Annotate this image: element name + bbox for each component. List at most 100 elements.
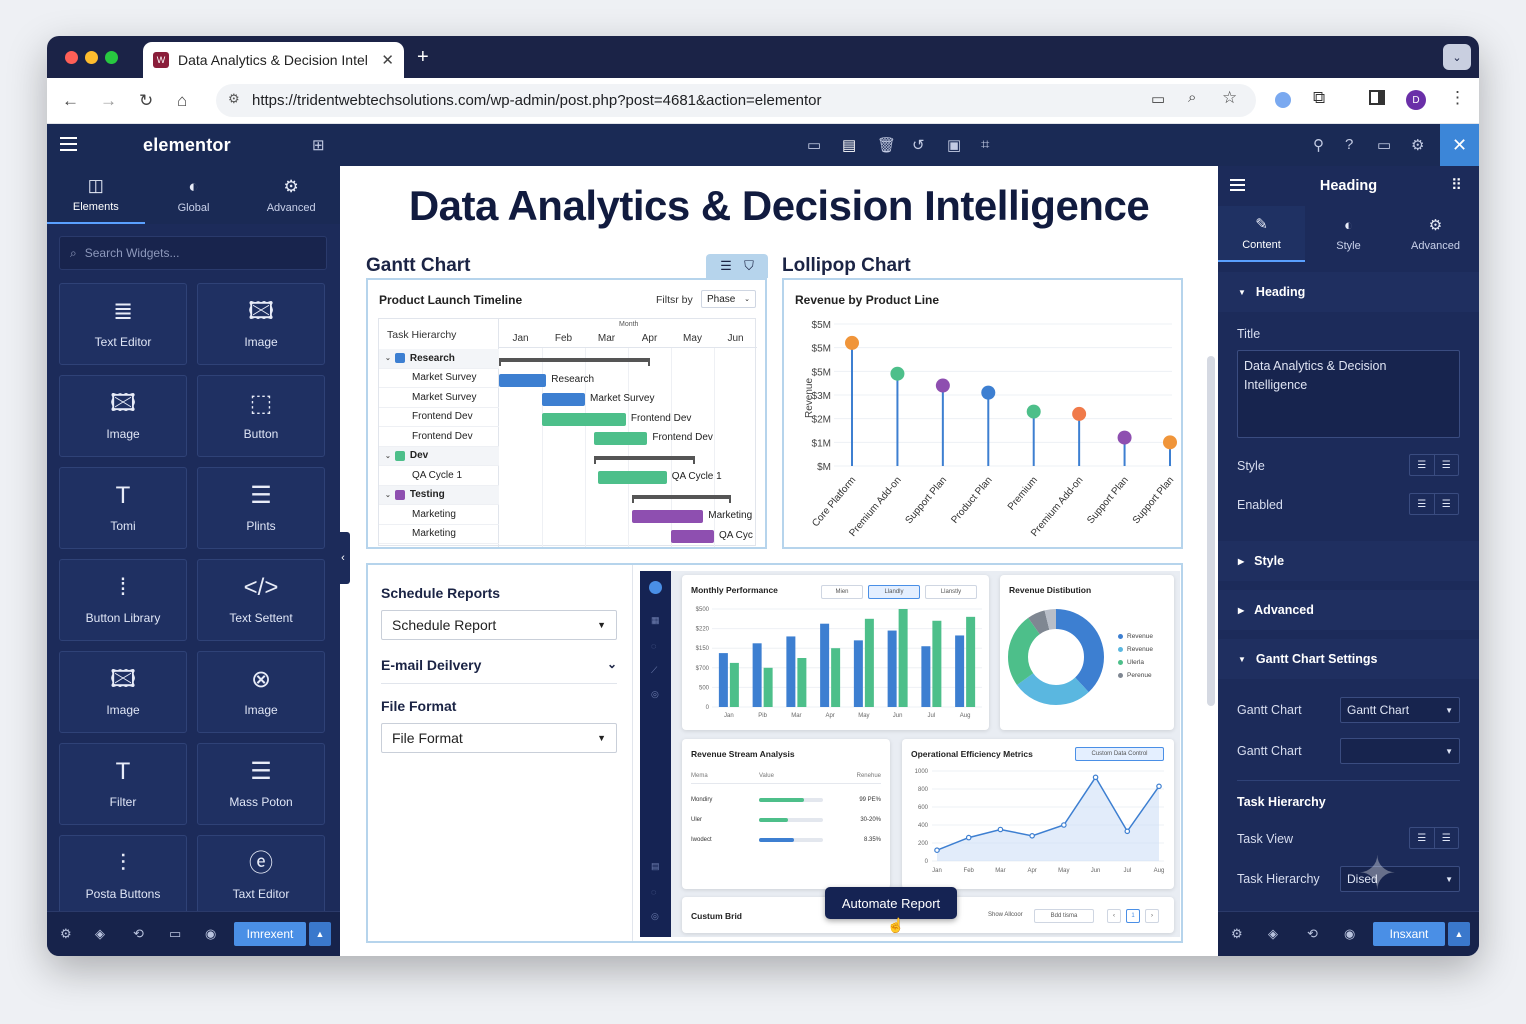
align-justify-icon[interactable]: ☰ xyxy=(1435,828,1459,848)
enabled-toggle[interactable]: ☰ ☰ xyxy=(1409,493,1459,515)
phase-filter-select[interactable]: Phase ⌄ xyxy=(701,290,756,308)
tab-elements[interactable]: ◫ Elements xyxy=(47,166,145,224)
home-icon[interactable]: ⌂ xyxy=(177,91,187,111)
nav-icon-2[interactable]: ◌ xyxy=(651,641,656,651)
gantt-task-bar[interactable] xyxy=(671,529,714,543)
settings-icon[interactable]: ⚙ xyxy=(60,926,72,942)
align-left-icon[interactable]: ☰ xyxy=(1410,494,1435,514)
gantt-settings-toggle[interactable]: ▼ Gantt Chart Settings xyxy=(1218,639,1479,679)
task-row[interactable]: Marketing xyxy=(379,525,499,544)
file-format-select[interactable]: File Format ▼ xyxy=(381,723,617,753)
close-tab-icon[interactable]: ✕ xyxy=(381,51,394,69)
apps-grid-icon[interactable]: ⊞ xyxy=(312,136,325,154)
widget-card[interactable]: 🖾 Image xyxy=(197,283,325,365)
style-section-toggle[interactable]: ▶ Style xyxy=(1218,541,1479,581)
collapse-panel-icon[interactable]: ‹ xyxy=(336,532,350,584)
custom-data-control-select[interactable]: Custom Data Control xyxy=(1075,747,1164,761)
nav-icon-4[interactable]: ◎ xyxy=(651,689,659,700)
back-icon[interactable]: ← xyxy=(62,91,79,111)
camera-icon[interactable]: ▭ xyxy=(1151,90,1165,108)
email-delivery-accordion[interactable]: E-mail Deilvery ⌄ xyxy=(381,657,617,673)
responsive-mode-icon[interactable]: ▭ xyxy=(169,926,181,942)
gantt-summary-bar[interactable] xyxy=(593,455,695,460)
publish-button[interactable]: Insxant xyxy=(1373,922,1445,946)
history-icon[interactable]: ⟲ xyxy=(133,926,144,942)
widget-card[interactable]: ⬚ Button xyxy=(197,375,325,457)
chevron-down-icon[interactable]: ⌄ xyxy=(385,491,391,499)
align-left-icon[interactable]: ☰ xyxy=(1410,828,1435,848)
zoom-icon[interactable]: ⌕ xyxy=(1188,89,1196,106)
schedule-report-select[interactable]: Schedule Report ▼ xyxy=(381,610,617,640)
settings-icon[interactable]: ⚙ xyxy=(1231,926,1243,942)
widget-settings-icon[interactable]: ☰ xyxy=(720,258,732,274)
table-row[interactable]: Mondiry 99 PE% xyxy=(691,790,881,810)
undo-icon[interactable]: ↺ xyxy=(912,136,925,154)
publish-options-icon[interactable]: ▲ xyxy=(309,922,331,946)
tab-style[interactable]: ◐ Style xyxy=(1305,206,1392,262)
nav-icon-7[interactable]: ◎ xyxy=(651,911,659,922)
widget-card[interactable]: ☰ Plints xyxy=(197,467,325,549)
heading-section-toggle[interactable]: ▼ Heading xyxy=(1218,272,1479,312)
forward-icon[interactable]: → xyxy=(100,91,117,111)
gantt-chart-select-2[interactable]: ▼ xyxy=(1340,738,1460,764)
maximize-window-dot[interactable] xyxy=(105,51,118,64)
preview-eye-icon[interactable]: ◉ xyxy=(205,926,216,942)
close-editor-icon[interactable]: ✕ xyxy=(1440,124,1479,166)
prev-page-icon[interactable]: ‹ xyxy=(1107,909,1121,923)
widget-card[interactable]: 🖾 Image xyxy=(59,651,187,733)
tab-search-icon[interactable]: ⌄ xyxy=(1443,44,1471,70)
align-justify-icon[interactable]: ☰ xyxy=(1435,455,1459,475)
task-row[interactable]: Market Survey xyxy=(379,388,499,408)
publish-button[interactable]: Imrexent xyxy=(234,922,306,946)
layers-icon[interactable]: ◈ xyxy=(1268,926,1278,942)
chevron-down-icon[interactable]: ⌄ xyxy=(385,354,391,362)
gantt-task-bar[interactable] xyxy=(593,432,648,445)
tab-advanced[interactable]: ⚙ Advanced xyxy=(242,166,340,224)
widget-card[interactable]: 🖾 Image xyxy=(59,375,187,457)
reload-icon[interactable]: ↻ xyxy=(139,91,153,111)
widget-card[interactable]: ☰ Mass Poton xyxy=(197,743,325,825)
puzzle-icon[interactable]: ⧉ xyxy=(1313,88,1325,108)
nav-icon-6[interactable]: ◌ xyxy=(651,887,656,897)
widget-card[interactable]: ≣ Text Editor xyxy=(59,283,187,365)
nav-icon-3[interactable]: ⟋ xyxy=(651,665,657,676)
canvas-scrollbar[interactable] xyxy=(1207,356,1215,706)
publish-options-icon[interactable]: ▲ xyxy=(1448,922,1470,946)
task-group-row[interactable]: ⌄ Research xyxy=(379,349,499,369)
url-bar[interactable]: ⚙ https://tridentwebtechsolutions.com/wp… xyxy=(216,84,1256,117)
widget-card[interactable]: ⁞ Button Library xyxy=(59,559,187,641)
widget-card[interactable]: </> Text Settent xyxy=(197,559,325,641)
gantt-task-bar[interactable] xyxy=(632,510,704,523)
widget-card[interactable]: T Filter xyxy=(59,743,187,825)
widget-card[interactable]: T Tomi xyxy=(59,467,187,549)
tab-content[interactable]: ✎ Content xyxy=(1218,206,1305,262)
bookmark-star-icon[interactable]: ☆ xyxy=(1222,88,1237,108)
range-chip-2[interactable]: Llandly xyxy=(868,585,920,599)
history-icon[interactable]: ⟲ xyxy=(1307,926,1318,942)
filter-icon[interactable]: ⛉ xyxy=(744,258,754,274)
grid-select[interactable]: Bdd tisma xyxy=(1034,909,1094,923)
layers-icon[interactable]: ◈ xyxy=(95,926,105,942)
align-left-icon[interactable]: ☰ xyxy=(1410,455,1435,475)
task-row[interactable]: Marketing xyxy=(379,505,499,525)
widget-card[interactable]: ⫶ Posta Buttons xyxy=(59,835,187,917)
page-title[interactable]: Data Analytics & Decision Intelligence xyxy=(340,182,1218,230)
tab-advanced-settings[interactable]: ⚙ Advanced xyxy=(1392,206,1479,262)
sidebar-icon[interactable] xyxy=(1369,90,1385,105)
task-row[interactable]: Frontend Dev xyxy=(379,427,499,447)
task-view-toggle[interactable]: ☰ ☰ xyxy=(1409,827,1459,849)
advanced-section-toggle[interactable]: ▶ Advanced xyxy=(1218,590,1479,630)
trash-icon[interactable]: 🗑 xyxy=(877,136,896,154)
automate-report-button[interactable]: Automate Report xyxy=(825,887,957,919)
style-toggle[interactable]: ☰ ☰ xyxy=(1409,454,1459,476)
browser-menu-icon[interactable]: ⋮ xyxy=(1449,88,1466,108)
hamburger-menu-icon[interactable] xyxy=(60,137,77,151)
task-row[interactable]: Frontend Dev xyxy=(379,408,499,427)
minimize-window-dot[interactable] xyxy=(85,51,98,64)
task-row[interactable]: Market Survey xyxy=(379,369,499,388)
table-row[interactable]: Iwodect 8.35% xyxy=(691,830,881,850)
gantt-summary-bar[interactable] xyxy=(632,494,732,499)
table-row[interactable]: Uler 30-20% xyxy=(691,810,881,830)
page-number[interactable]: 1 xyxy=(1126,909,1140,923)
settings-gear-icon[interactable]: ⚙ xyxy=(1411,136,1424,154)
